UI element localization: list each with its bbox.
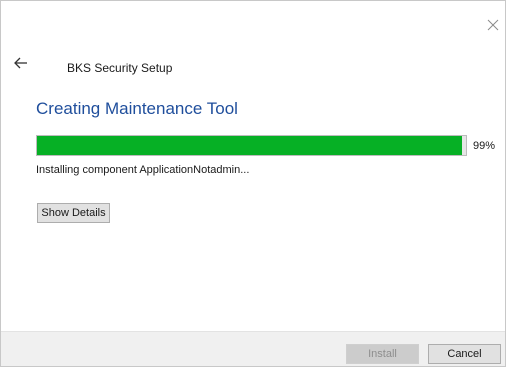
back-arrow-icon [14, 57, 27, 69]
close-icon [487, 19, 499, 31]
progress-bar-fill [37, 136, 462, 155]
show-details-button[interactable]: Show Details [37, 203, 110, 223]
status-text: Installing component ApplicationNotadmin… [36, 164, 250, 176]
page-title: Creating Maintenance Tool [36, 99, 238, 118]
install-button[interactable]: Install [346, 344, 419, 364]
back-button[interactable] [13, 55, 33, 71]
footer-bar: Install Cancel [1, 331, 505, 366]
progress-percent-label: 99% [473, 140, 496, 152]
close-button[interactable] [485, 17, 501, 33]
cancel-button[interactable]: Cancel [428, 344, 501, 364]
setup-window: BKS Security Setup Creating Maintenance … [0, 0, 506, 367]
progress-bar [36, 135, 467, 156]
app-title: BKS Security Setup [67, 61, 173, 75]
